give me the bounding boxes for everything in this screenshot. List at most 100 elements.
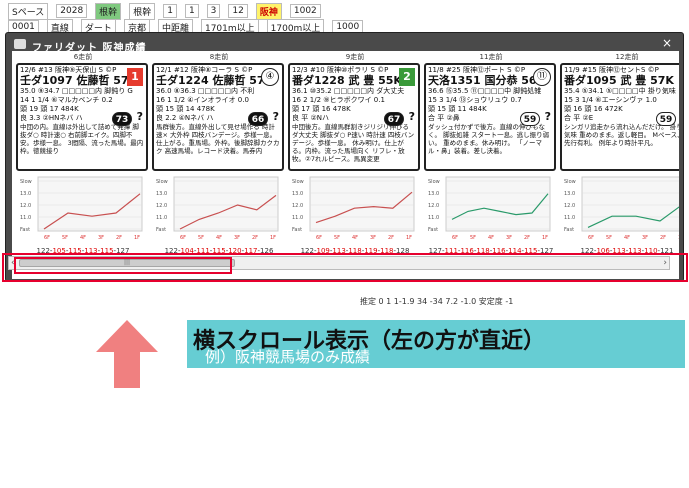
chart-x-tick-label: 5F (606, 235, 612, 241)
race-columns-area: 6走前 12/6 #13 阪神⑨天保山 S ©P 壬ダ1097 佐藤哲 57K 35.… (12, 51, 679, 279)
chart-y-tick-label: 13.0 (20, 191, 31, 197)
chart-x-tick-label: 4F (488, 235, 494, 241)
chart-x-tick-label: 5F (62, 235, 68, 241)
results-popup-window: ファリダット 阪神成績 × 6走前 12/6 #13 阪神⑨天保山 S ©P 壬ダ1… (5, 32, 684, 282)
chart-x-tick-label: 4F (216, 235, 222, 241)
chart-x-tick-label: 3F (370, 235, 376, 241)
chart-y-tick-label: 12.0 (564, 203, 575, 209)
card-line2: 番ダ1095 武 豊 57K (564, 74, 674, 87)
up-arrow-icon (96, 320, 158, 388)
bg-cell: Sペース (8, 2, 49, 20)
race-result-card[interactable]: 11/9 #15 阪神⑫セントS ©P 番ダ1095 武 豊 57K 35.4 ⑤3… (560, 63, 679, 171)
race-column: 6走前 12/6 #13 阪神⑨天保山 S ©P 壬ダ1097 佐藤哲 57K 35.… (14, 51, 152, 279)
chart-x-tick-label: 5F (334, 235, 340, 241)
lap-time-chart: Slow 13.0 12.0 11.0 Fast 6F 5F 4F 3F 2F 1F (428, 176, 551, 241)
chart-x-tick-label: 3F (234, 235, 240, 241)
chart-x-tick-label: 1F (406, 235, 412, 241)
background-footer-text: 推定 0 1 1-1.9 34 -34 7.2 -1.0 安定度 -1 (360, 297, 514, 306)
race-score-badge: 73 (112, 112, 132, 126)
card-line2: 番ダ1228 武 豊 55K (292, 74, 402, 87)
finish-position-badge: 1 (127, 68, 143, 86)
chart-y-tick-label: Slow (292, 179, 304, 185)
chart-x-tick-label: 6F (588, 235, 594, 241)
chart-y-tick-label: Slow (428, 179, 440, 185)
bg-cell: 阪神 (255, 2, 282, 20)
chart-y-tick-label: 11.0 (292, 215, 303, 221)
bg-cell: 12 (228, 4, 248, 18)
chart-x-tick-label: 1F (270, 235, 276, 241)
help-icon[interactable]: ? (545, 111, 551, 122)
chart-plot-area (445, 176, 551, 232)
race-column: 11走前 11/8 #25 阪神⑫ポート S ©P 天洛1351 国分恭 56K 36… (422, 51, 560, 279)
lap-time-chart: Slow 13.0 12.0 11.0 Fast 6F 5F 4F 3F 2F 1F (156, 176, 279, 241)
card-line3: 35.0 ⑨34.7 □□□□□内 脚鈍り G (20, 87, 133, 95)
race-column: 8走前 12/1 #12 阪神⑧コーラ S ©P 壬ダ1224 佐藤哲 57K 36.… (150, 51, 288, 279)
finish-position-circle: ④ (261, 68, 279, 86)
chart-y-tick-label: 12.0 (20, 203, 31, 209)
help-icon[interactable]: ? (409, 111, 415, 122)
card-comment: 馬群後方。直線外出して見せ場作る 時計速× 大外枠 四枝バンデージ。歩様一息。 … (156, 123, 280, 155)
callout-sub-text: 例）阪神競馬場のみ成績 (205, 348, 371, 366)
chart-y-tick-label: 13.0 (156, 191, 167, 197)
race-result-card[interactable]: 12/1 #12 阪神⑧コーラ S ©P 壬ダ1224 佐藤哲 57K 36.0 ⑧… (152, 63, 284, 171)
race-score-badge: 66 (248, 112, 268, 126)
chart-y-tick-label: 12.0 (292, 203, 303, 209)
window-icon (14, 39, 26, 49)
card-line4: 16 2 1/2 ⑨ヒラボクワイ 0.1 (292, 96, 385, 104)
chart-x-tick-label: 5F (470, 235, 476, 241)
chart-y-tick-label: Fast (156, 227, 166, 233)
lap-time-chart: Slow 13.0 12.0 11.0 Fast 6F 5F 4F 3F 2F 1F (20, 176, 143, 241)
chart-x-tick-label: 2F (252, 235, 258, 241)
races-ago-label: 9走前 (345, 53, 365, 61)
close-icon[interactable]: × (659, 36, 675, 50)
chart-x-tick-label: 1F (134, 235, 140, 241)
chart-x-tick-label: 2F (660, 235, 666, 241)
race-column: 12走前 11/9 #15 阪神⑫セントS ©P 番ダ1095 武 豊 57K 35.… (558, 51, 679, 279)
chart-x-tick-label: 1F (678, 235, 679, 241)
card-line4: 14 1 1/4 ⑥マルカベンチ 0.2 (20, 96, 113, 104)
card-line4: 15 3 1/4 ⑥エーシンヴァ 1.0 (564, 96, 657, 104)
race-result-card[interactable]: 12/3 #10 阪神⑩ポラリ S ©P 番ダ1228 武 豊 55K 36.1 ⑩… (288, 63, 420, 171)
race-result-card[interactable]: 12/6 #13 阪神⑨天保山 S ©P 壬ダ1097 佐藤哲 57K 35.0 ⑨… (16, 63, 148, 171)
chart-x-tick-label: 6F (44, 235, 50, 241)
bg-cell: 1 (163, 4, 177, 18)
race-column: 9走前 12/3 #10 阪神⑩ポラリ S ©P 番ダ1228 武 豊 55K 36.… (286, 51, 424, 279)
races-ago-label: 8走前 (209, 53, 229, 61)
card-line3: 36.0 ⑧36.3 □□□□□内 不利 (156, 87, 255, 95)
race-score-badge: 59 (520, 112, 540, 126)
bg-cell: 3 (206, 4, 221, 18)
races-ago-label: 12走前 (615, 53, 639, 61)
chart-x-tick-label: 4F (80, 235, 86, 241)
chart-x-tick-label: 1F (542, 235, 548, 241)
card-comment: シンガリ追走から流れ込んだだけ。 掛り気味 重めのまま。返し軽目。 Mペース、先… (564, 123, 679, 147)
card-comment: ダッシュ付かずで後方。直線の伸びもなく。 脚抜処雑 スタート一息。逃し振り弱い。… (428, 123, 550, 155)
chart-y-tick-label: 12.0 (428, 203, 439, 209)
annotation-callout: 横スクロール表示（左の方が直近） 例）阪神競馬場のみ成績 (187, 320, 685, 368)
lap-time-chart: Slow 13.0 12.0 11.0 Fast 6F 5F 4F 3F 2F 1F (564, 176, 679, 241)
race-result-card[interactable]: 11/8 #25 阪神⑫ポート S ©P 天洛1351 国分恭 56K 36.6 ⑮… (424, 63, 556, 171)
chart-x-tick-label: 5F (198, 235, 204, 241)
card-line3: 36.1 ⑩35.2 □□□□□内 ダ大丈夫 (292, 87, 405, 95)
chart-y-tick-label: Slow (20, 179, 32, 185)
chart-y-tick-label: Slow (564, 179, 576, 185)
finish-position-badge: 2 (399, 68, 415, 86)
help-icon[interactable]: ? (273, 111, 279, 122)
race-score-badge: 59 (656, 112, 676, 126)
chart-y-tick-label: 11.0 (20, 215, 31, 221)
chart-plot-area (173, 176, 279, 232)
card-comment: 中団の内。直線は外出して詰めて発揮 脚抜ダ○ 時計速○ 右前脚エイク。四脚不安。… (20, 123, 144, 155)
chart-y-tick-label: Fast (292, 227, 302, 233)
card-line4: 16 1 1/2 ④インオライオ 0.0 (156, 96, 249, 104)
chart-y-tick-label: 13.0 (292, 191, 303, 197)
chart-x-tick-label: 6F (316, 235, 322, 241)
screen: Sペース 2028 根幹 根幹 1 1 3 12 阪神 1002 0001 直線… (0, 0, 689, 488)
races-ago-label: 6走前 (73, 53, 93, 61)
bg-cell: 根幹 (95, 2, 122, 20)
chart-y-tick-label: 11.0 (564, 215, 575, 221)
help-icon[interactable]: ? (137, 111, 143, 122)
bg-cell: 1 (184, 4, 199, 18)
chart-y-tick-label: Fast (20, 227, 30, 233)
chart-x-tick-label: 6F (180, 235, 186, 241)
chart-y-tick-label: Slow (156, 179, 168, 185)
card-comment: 中団後方。直線馬群割きジリジリ伸びる ダ大丈夫 脚抜ダ○ P速い 時計速 四枝バ… (292, 123, 415, 163)
